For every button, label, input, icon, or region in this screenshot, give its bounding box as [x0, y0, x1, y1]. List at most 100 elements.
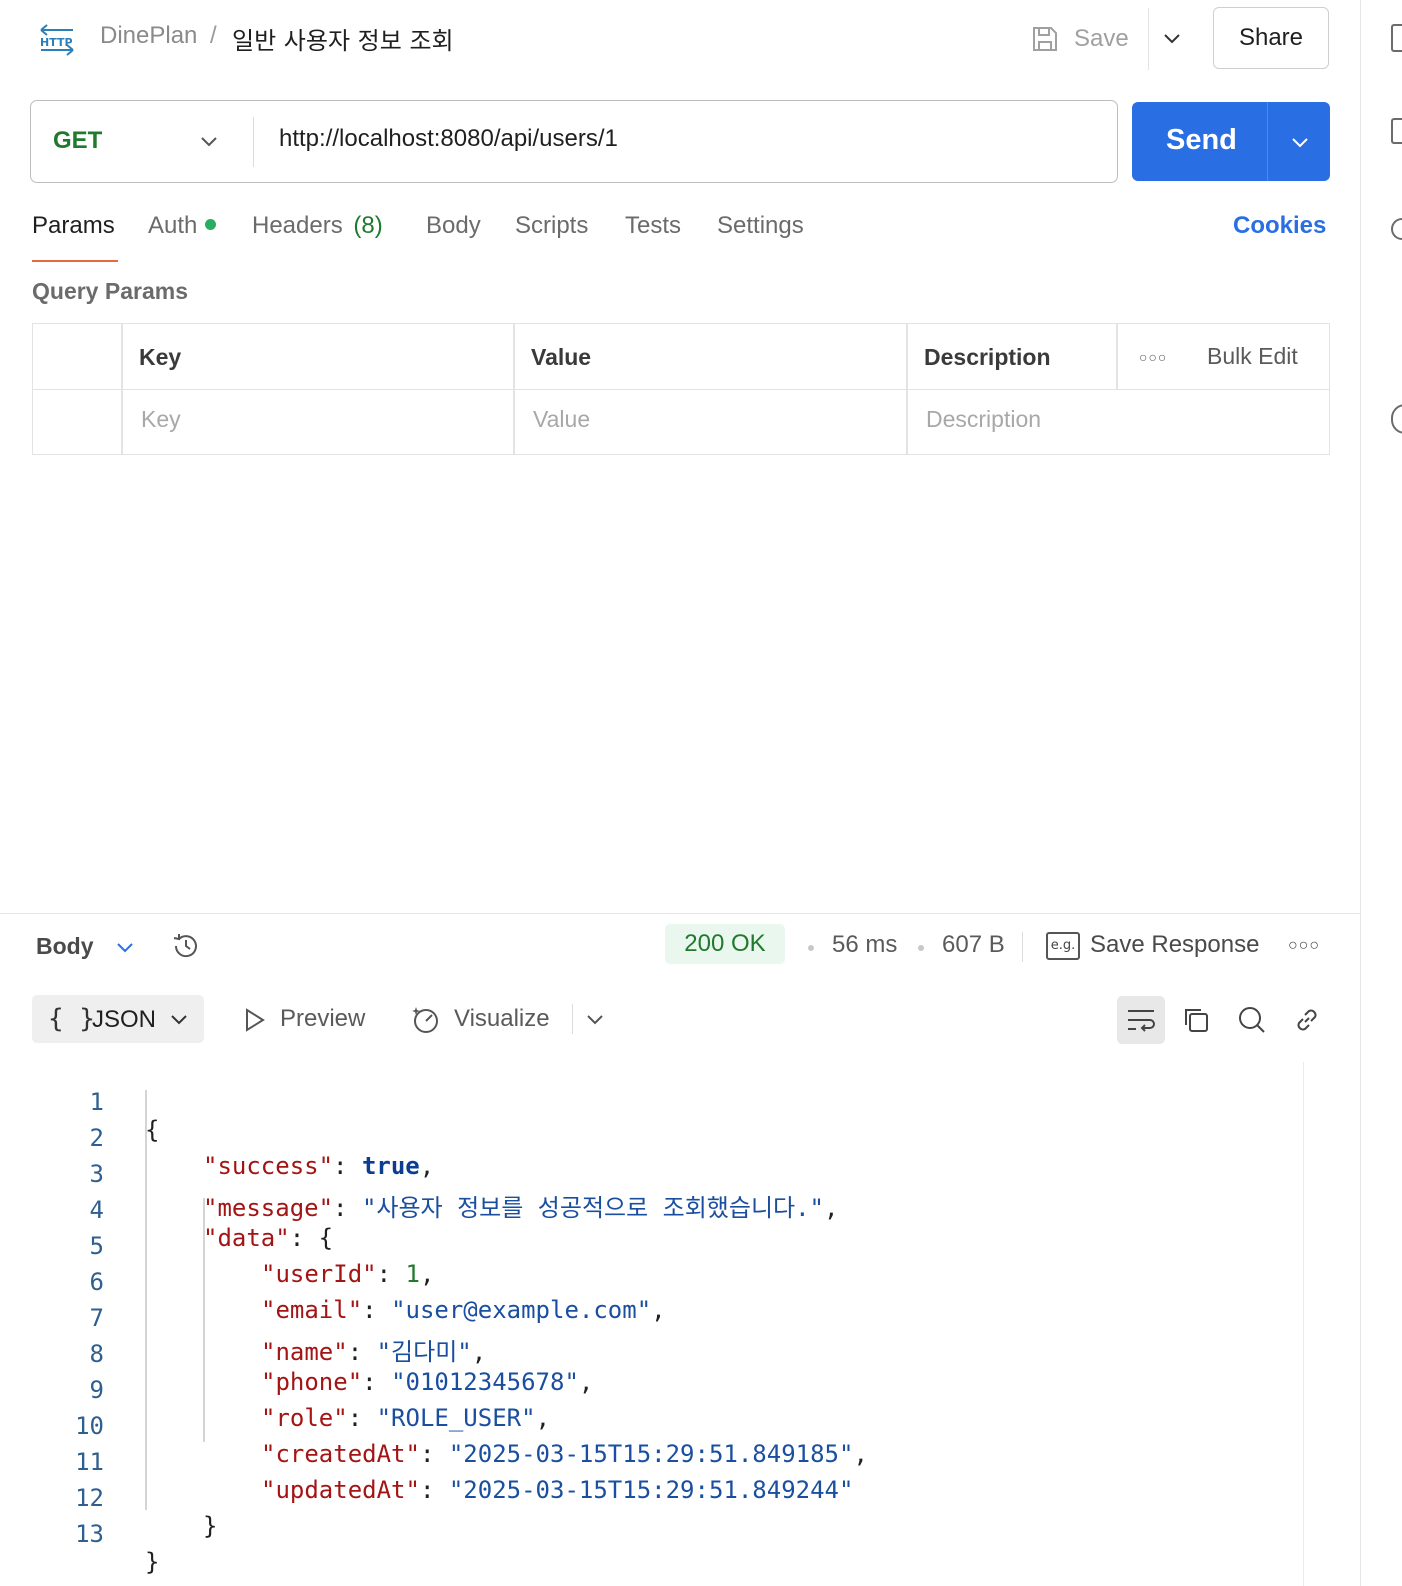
tab-body[interactable]: Body — [426, 212, 481, 240]
breadcrumb-separator: / — [210, 22, 217, 49]
auth-status-dot — [205, 219, 217, 230]
tab-tests[interactable]: Tests — [625, 212, 681, 240]
chevron-down-icon[interactable] — [197, 129, 221, 153]
bulk-edit-button[interactable]: Bulk Edit — [1207, 343, 1298, 370]
chevron-down-icon[interactable] — [1288, 130, 1312, 154]
status-badge[interactable]: 200 OK — [665, 924, 785, 964]
sidebar-icon[interactable] — [1391, 118, 1402, 144]
send-divider — [1267, 102, 1268, 181]
response-time[interactable]: 56 ms — [832, 931, 897, 959]
active-tab-indicator — [32, 260, 118, 262]
response-size[interactable]: 607 B — [942, 931, 1005, 959]
tab-headers[interactable]: Headers (8) — [252, 212, 383, 240]
json-braces-icon: { } — [48, 1004, 95, 1034]
tab-headers-label: Headers — [252, 212, 343, 239]
code-line: 6 "email": "user@example.com", — [0, 1240, 1300, 1324]
table-header-row: Key Value Description ○○○ Bulk Edit — [33, 324, 1329, 389]
table-row: Key Value Description — [33, 389, 1329, 454]
share-button[interactable]: Share — [1213, 7, 1329, 69]
headers-count: (8) — [353, 212, 383, 239]
history-icon[interactable] — [170, 930, 202, 962]
line-number: 13 — [75, 1520, 104, 1548]
send-button[interactable]: Send — [1132, 102, 1330, 181]
chevron-down-icon[interactable] — [1160, 26, 1184, 50]
sidebar-icon[interactable] — [1391, 24, 1402, 52]
cookies-link[interactable]: Cookies — [1233, 212, 1326, 240]
tab-auth-label: Auth — [148, 212, 198, 239]
chevron-down-icon — [171, 1015, 187, 1025]
copy-icon — [1185, 1009, 1208, 1032]
search-button[interactable] — [1228, 996, 1276, 1044]
http-request-icon: HTTP — [40, 24, 74, 56]
save-button[interactable]: Save — [1030, 20, 1129, 58]
play-icon[interactable] — [242, 1007, 266, 1033]
visualize-button[interactable]: Visualize — [454, 1005, 550, 1033]
url-input[interactable]: http://localhost:8080/api/users/1 — [279, 125, 618, 153]
copy-button[interactable] — [1172, 996, 1220, 1044]
tab-auth[interactable]: Auth — [148, 212, 217, 240]
separator-dot — [808, 945, 814, 951]
method-divider — [253, 117, 254, 167]
link-icon — [1297, 1009, 1317, 1031]
more-options-icon[interactable]: ○○○ — [1139, 349, 1167, 365]
tab-settings[interactable]: Settings — [717, 212, 804, 240]
meta-divider — [1022, 932, 1023, 962]
format-label: JSON — [92, 1006, 157, 1033]
request-url-bar: GET http://localhost:8080/api/users/1 — [30, 100, 1118, 183]
query-params-table: Key Value Description ○○○ Bulk Edit Key … — [32, 323, 1330, 455]
description-input[interactable]: Description — [926, 406, 1041, 433]
wrap-lines-button[interactable] — [1117, 996, 1165, 1044]
code-line: 3 "message": "사용자 정보를 성공적으로 조회했습니다.", — [0, 1132, 1300, 1222]
chevron-down-icon[interactable] — [584, 1008, 606, 1030]
code-line: 2 "success": true, — [0, 1096, 1300, 1180]
tab-params[interactable]: Params — [32, 212, 115, 240]
code-line: 5 "userId": 1, — [0, 1204, 1300, 1288]
save-response-button[interactable]: Save Response — [1090, 931, 1259, 959]
request-title[interactable]: 일반 사용자 정보 조회 — [232, 21, 454, 56]
visualize-icon[interactable] — [410, 1003, 442, 1035]
wrap-lines-icon — [1128, 1010, 1155, 1032]
preview-button[interactable]: Preview — [280, 1005, 365, 1033]
http-badge-text: HTTP — [40, 36, 73, 49]
query-params-title: Query Params — [32, 278, 188, 304]
key-input[interactable]: Key — [141, 406, 181, 433]
code-line: 9 "role": "ROLE_USER", — [0, 1348, 1300, 1432]
code-line: 4 "data": { — [0, 1168, 1300, 1252]
response-pane-divider[interactable] — [0, 913, 1360, 914]
example-icon: e.g. — [1046, 932, 1080, 960]
separator-dot — [918, 945, 924, 951]
save-divider — [1148, 8, 1149, 70]
response-body-select[interactable]: Body — [36, 933, 94, 960]
request-header: HTTP DinePlan / 일반 사용자 정보 조회 Save Share — [0, 0, 1360, 78]
request-editor: HTTP DinePlan / 일반 사용자 정보 조회 Save Share … — [0, 0, 1360, 1586]
right-sidebar — [1360, 0, 1402, 1586]
format-select[interactable]: { } JSON — [32, 995, 204, 1043]
toolbar-divider — [572, 1004, 573, 1034]
save-icon — [1033, 27, 1057, 51]
code-line: 11 "updatedAt": "2025-03-15T15:29:51.849… — [0, 1420, 1300, 1504]
send-label: Send — [1166, 124, 1237, 156]
value-input[interactable]: Value — [533, 406, 590, 433]
code-line: 8 "phone": "01012345678", — [0, 1312, 1300, 1396]
method-select[interactable]: GET — [53, 127, 102, 155]
sidebar-icon[interactable] — [1391, 218, 1402, 240]
code-line: 1 { — [0, 1060, 1300, 1144]
breadcrumb-workspace[interactable]: DinePlan — [100, 22, 197, 50]
code-line: 13 } — [0, 1492, 1300, 1576]
editor-scroll-track[interactable] — [1303, 1062, 1304, 1586]
code-line: 7 "name": "김다미", — [0, 1276, 1300, 1366]
search-icon — [1239, 1007, 1265, 1033]
tab-scripts[interactable]: Scripts — [515, 212, 588, 240]
code-line: 10 "createdAt": "2025-03-15T15:29:51.849… — [0, 1384, 1300, 1468]
link-button[interactable] — [1283, 996, 1331, 1044]
column-header-value: Value — [531, 344, 592, 370]
save-label: Save — [1074, 25, 1129, 52]
code-line: 12 } — [0, 1456, 1300, 1540]
code-text: } — [145, 1548, 160, 1576]
column-divider — [1116, 324, 1118, 389]
chevron-down-icon[interactable] — [114, 936, 136, 958]
more-options-icon[interactable]: ○○○ — [1288, 937, 1320, 955]
sidebar-icon[interactable] — [1391, 404, 1402, 434]
column-header-description: Description — [924, 344, 1051, 370]
column-header-key: Key — [139, 344, 182, 370]
